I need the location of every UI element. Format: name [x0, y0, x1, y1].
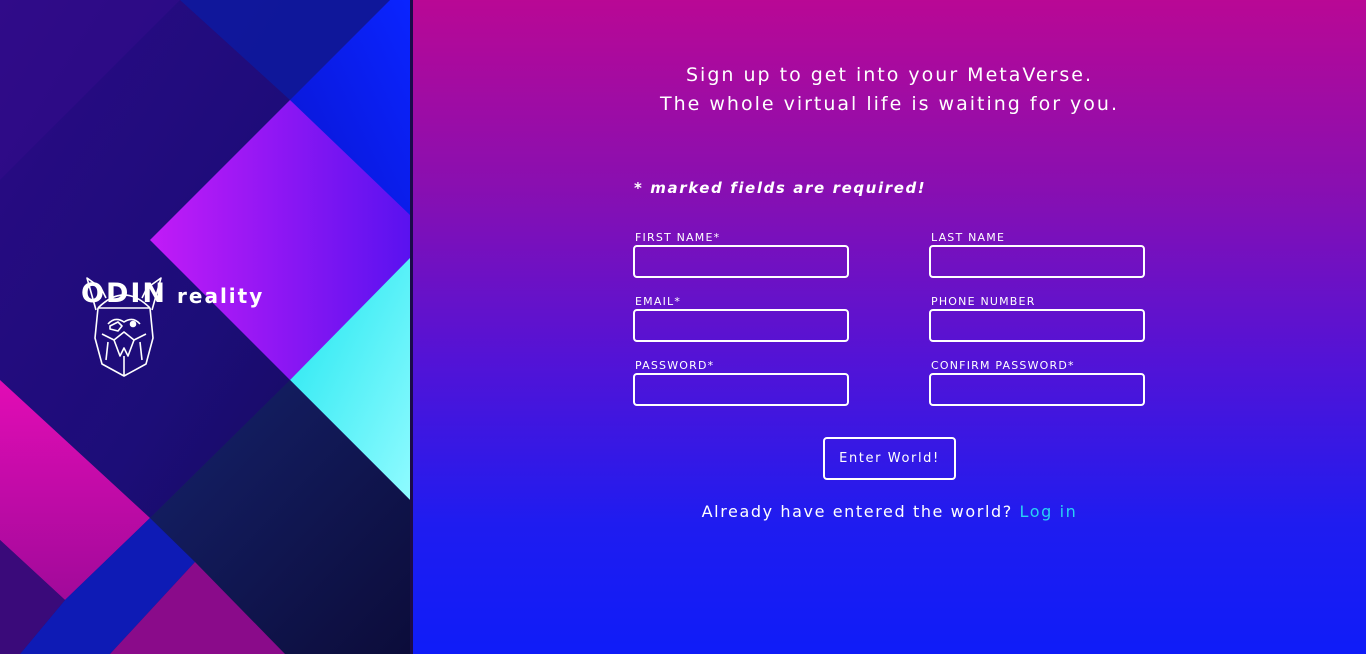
first-name-input[interactable] [633, 245, 849, 278]
last-name-group: LAST NAME [929, 231, 1145, 278]
signup-headline: Sign up to get into your MetaVerse. The … [413, 61, 1366, 119]
geometric-background [0, 0, 410, 654]
brand-logo: ODIN reality [81, 276, 265, 377]
confirm-password-group: CONFIRM PASSWORD* [929, 359, 1145, 406]
login-prompt-text: Already have entered the world? [701, 502, 1013, 521]
brand-name-secondary: reality [177, 283, 265, 308]
first-name-label: FIRST NAME* [635, 231, 721, 244]
enter-world-button[interactable]: Enter World! [823, 437, 956, 480]
phone-group: PHONE NUMBER [929, 295, 1145, 342]
headline-line-2: The whole virtual life is waiting for yo… [659, 93, 1120, 115]
required-fields-note: * marked fields are required! [634, 179, 927, 197]
phone-label: PHONE NUMBER [931, 295, 1036, 308]
password-label: PASSWORD* [635, 359, 715, 372]
password-input[interactable] [633, 373, 849, 406]
login-prompt-line: Already have entered the world? Log in [413, 502, 1366, 521]
first-name-group: FIRST NAME* [633, 231, 849, 278]
last-name-input[interactable] [929, 245, 1145, 278]
phone-input[interactable] [929, 309, 1145, 342]
hero-art-panel: ODIN reality [0, 0, 410, 654]
email-group: EMAIL* [633, 295, 849, 342]
email-label: EMAIL* [635, 295, 682, 308]
signup-panel: Sign up to get into your MetaVerse. The … [413, 0, 1366, 654]
last-name-label: LAST NAME [931, 231, 1006, 244]
confirm-password-input[interactable] [929, 373, 1145, 406]
viking-helmet-icon [86, 277, 162, 377]
login-link[interactable]: Log in [1020, 502, 1078, 521]
headline-line-1: Sign up to get into your MetaVerse. [686, 64, 1093, 86]
confirm-password-label: CONFIRM PASSWORD* [931, 359, 1075, 372]
password-group: PASSWORD* [633, 359, 849, 406]
email-input[interactable] [633, 309, 849, 342]
